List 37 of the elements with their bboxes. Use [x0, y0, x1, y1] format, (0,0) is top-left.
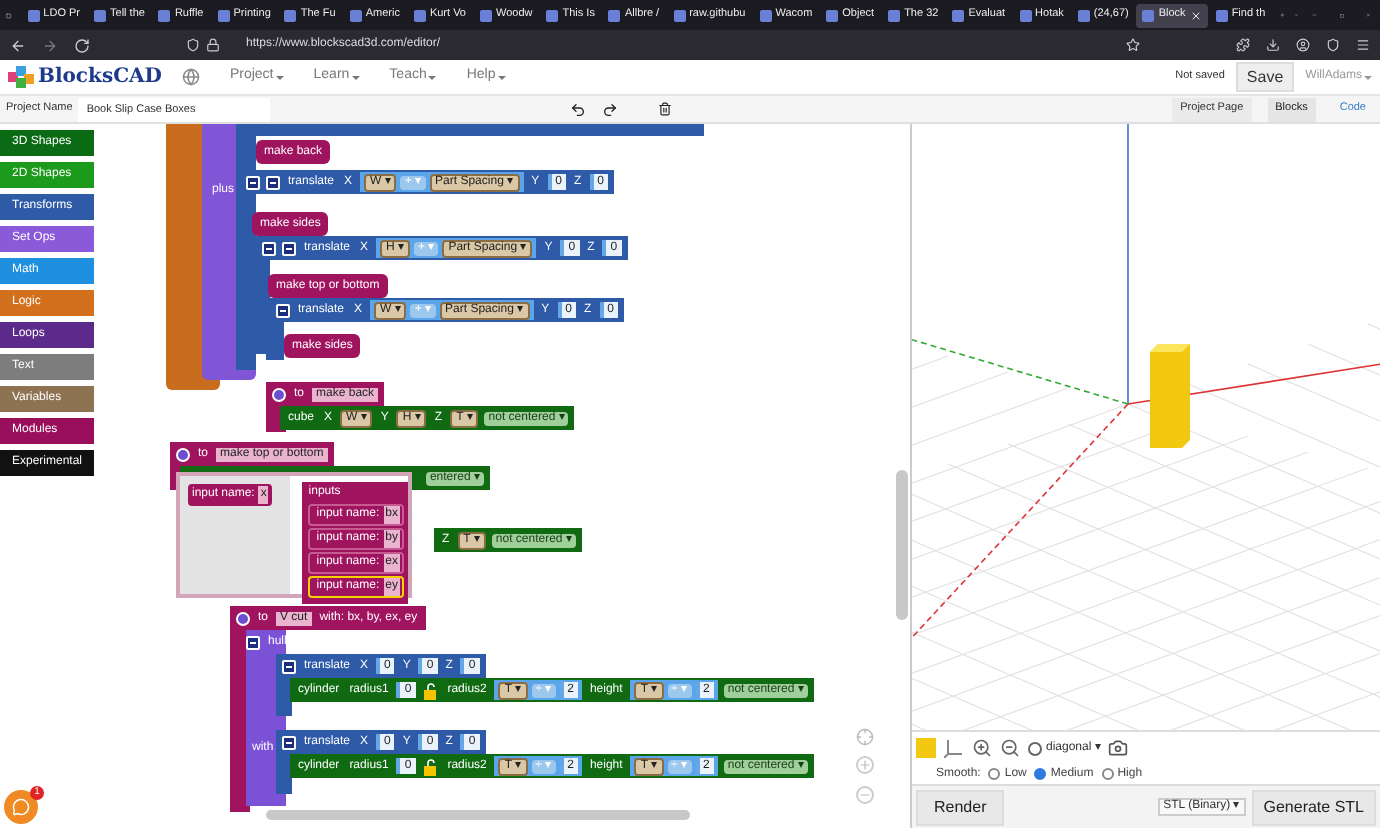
redo-icon[interactable]	[602, 101, 619, 117]
tab-list-icon[interactable]	[6, 7, 12, 23]
language-icon[interactable]	[181, 68, 200, 86]
collapse-icon[interactable]	[282, 659, 296, 673]
menu-icon[interactable]	[1356, 38, 1370, 52]
model-shape	[1150, 344, 1190, 448]
save-button[interactable]: Save	[1236, 62, 1294, 92]
gear-icon[interactable]	[272, 387, 286, 401]
lock-icon[interactable]	[421, 757, 440, 775]
gear-icon[interactable]	[176, 447, 190, 461]
collapse-icon[interactable]	[276, 303, 290, 317]
back-icon[interactable]	[10, 37, 26, 53]
zoom-out-icon[interactable]	[1000, 738, 1020, 758]
extension-icon[interactable]	[1236, 38, 1250, 52]
help-chat-button[interactable]	[4, 790, 38, 824]
render-button[interactable]: Render	[916, 789, 1005, 825]
lock-icon[interactable]	[421, 681, 440, 699]
reload-icon[interactable]	[74, 37, 90, 53]
forward-icon[interactable]	[42, 37, 58, 53]
generate-stl-button[interactable]: Generate STL	[1251, 789, 1376, 825]
color-swatch[interactable]	[916, 738, 936, 758]
trash-icon[interactable]	[658, 102, 673, 116]
chat-icon	[12, 798, 30, 816]
axes-icon[interactable]	[944, 738, 964, 758]
download-icon[interactable]	[1266, 38, 1280, 52]
gear-icon[interactable]	[236, 611, 250, 625]
brand-name[interactable]: BlocksCAD	[38, 62, 162, 92]
shield-icon[interactable]	[1326, 38, 1340, 52]
undo-icon[interactable]	[570, 101, 587, 117]
zoom-in-icon[interactable]	[972, 738, 992, 758]
collapse-icon[interactable]	[282, 735, 296, 749]
vertical-scrollbar[interactable]	[896, 470, 908, 620]
close-tab-icon[interactable]	[1189, 9, 1202, 21]
account-icon[interactable]	[1296, 38, 1310, 52]
logo-icon	[8, 66, 34, 88]
horizontal-scrollbar[interactable]	[266, 810, 690, 820]
camera-icon[interactable]	[1108, 738, 1129, 758]
